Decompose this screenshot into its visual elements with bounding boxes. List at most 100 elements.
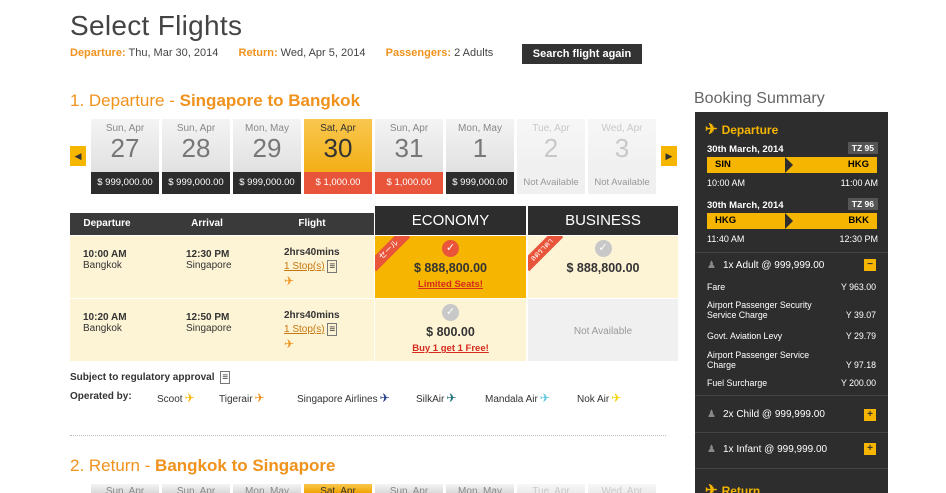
col-arrival: Arrival: [191, 218, 223, 229]
leg2-dep-time: 11:40 AM: [707, 234, 745, 244]
row2-arrival: 12:50 PM Singapore: [186, 312, 232, 334]
plane-icon: ✈: [284, 274, 295, 288]
row2-stops-link[interactable]: 1 Stop(s): [284, 324, 325, 335]
date-option[interactable]: Sun, Apr 31 $ 1,000.00: [375, 119, 443, 194]
date-option[interactable]: Sun, Apr 28 $ 999,000.00: [162, 119, 230, 194]
row2-economy-promo: Buy 1 get 1 Free!: [412, 343, 489, 354]
date-price: $ 1,000.00: [375, 172, 443, 194]
next-dates-arrow-icon[interactable]: ▶: [661, 146, 677, 166]
document-icon: ≡: [220, 371, 231, 384]
unselected-check-icon: ✓: [594, 240, 612, 257]
itinerary-icon[interactable]: ≡: [327, 260, 338, 273]
plane-icon: ✈: [705, 482, 718, 493]
return-section-prefix: 2. Return -: [70, 456, 156, 475]
row1-business-fare[interactable]: ลดราคา ✓ $ 888,800.00: [528, 236, 678, 298]
leg2-from: HKG: [715, 215, 737, 226]
date-option[interactable]: Mon, May 1 $ 999,000.00: [446, 119, 514, 194]
date-option[interactable]: Sat, Apr 30 $ 1,000.00: [304, 119, 372, 194]
summary-departure-label: Departure: [721, 123, 779, 137]
expand-child-toggle[interactable]: +: [864, 409, 876, 421]
return-section-heading: 2. Return - Bangkok to Singapore: [70, 456, 335, 476]
row2-arr-time: 12:50 PM: [186, 312, 230, 323]
row2-flight: 2hrs40mins 1 Stop(s) ≡ ✈: [284, 310, 340, 351]
date-option[interactable]: Sun, Apr 27 $ 999,000.00: [91, 119, 159, 194]
date-weekday: Sun, Apr: [105, 486, 145, 493]
date-day: 3: [614, 133, 630, 163]
date-option: Wed, Apr 3 Not Available: [588, 119, 656, 194]
person-icon: ♟: [707, 260, 716, 271]
airline-item: Mandala Air ✈: [485, 391, 550, 405]
row2-duration: 2hrs40mins: [284, 310, 340, 321]
fee-value: Y 97.18: [845, 360, 876, 370]
return-date-option[interactable]: Mon, May: [446, 484, 514, 493]
date-day: 2: [543, 133, 559, 163]
return-date-option[interactable]: Sat, Apr: [304, 484, 372, 493]
summary-departure-heading: ✈ Departure: [705, 120, 778, 138]
fee-value: Y 200.00: [840, 378, 876, 388]
date-day: 28: [181, 133, 211, 163]
leg2-arr-time: 12:30 PM: [839, 234, 878, 244]
date-weekday: Sun, Apr: [389, 486, 429, 493]
airline-logo-icon: ✈: [539, 391, 550, 405]
adult-line: ♟ 1x Adult @ 999,999.00: [707, 260, 824, 271]
summary-return-label: Return: [721, 484, 761, 493]
plane-icon: ✈: [705, 121, 718, 138]
row1-arrival: 12:30 PM Singapore: [186, 249, 232, 271]
return-date-option[interactable]: Tue, Apr: [517, 484, 585, 493]
return-label: Return:: [238, 47, 278, 59]
leg2-route-bar: HKG BKK: [707, 213, 877, 229]
row1-dep-city: Bangkok: [83, 260, 122, 271]
return-date-option[interactable]: Sun, Apr: [375, 484, 443, 493]
airline-item: Tigerair ✈: [219, 391, 265, 405]
departure-section-prefix: 1. Departure -: [70, 91, 180, 110]
row2-arr-city: Singapore: [186, 323, 232, 334]
leg2-to: BKK: [848, 215, 869, 226]
date-price: $ 999,000.00: [162, 172, 230, 194]
itinerary-icon[interactable]: ≡: [327, 323, 338, 336]
departure-section-route: Singapore to Bangkok: [179, 91, 361, 110]
date-option: Tue, Apr 2 Not Available: [517, 119, 585, 194]
prev-dates-arrow-icon[interactable]: ◀: [70, 146, 86, 166]
row1-stops-link[interactable]: 1 Stop(s): [284, 261, 325, 272]
fee-label: Fuel Surcharge: [707, 378, 768, 388]
date-day: 1: [472, 133, 488, 163]
person-icon: ♟: [707, 409, 716, 420]
person-icon: ♟: [707, 444, 716, 455]
return-date-option[interactable]: Sun, Apr: [162, 484, 230, 493]
return-date-option[interactable]: Mon, May: [233, 484, 301, 493]
date-price: $ 1,000.00: [304, 172, 372, 194]
departure-label: Departure:: [70, 47, 126, 59]
row2-economy-fare[interactable]: ✓ $ 800.00 Buy 1 get 1 Free!: [375, 299, 526, 361]
airline-name: Scoot: [157, 394, 183, 405]
booking-summary-panel: ✈ Departure 30th March, 2014 TZ 95 SIN HK…: [695, 112, 888, 493]
leg1-to: HKG: [847, 159, 869, 170]
airline-name: Mandala Air: [485, 394, 538, 405]
passengers-count: 2 Adults: [454, 47, 494, 59]
return-date-option[interactable]: Wed, Apr: [588, 484, 656, 493]
row1-economy-fare[interactable]: セール ✓ $ 888,800.00 Limited Seats!: [375, 236, 526, 298]
date-weekday: Wed, Apr: [601, 486, 643, 493]
row2-business-na: Not Available: [573, 326, 633, 337]
airline-item: SilkAir ✈: [416, 391, 456, 405]
airline-logo-icon: ✈: [254, 391, 265, 405]
leg1-from: SIN: [715, 159, 731, 170]
col-departure: Departure: [83, 218, 131, 229]
date-weekday: Tue, Apr: [532, 486, 570, 493]
return-date-option[interactable]: Sun, Apr: [91, 484, 159, 493]
departure-section-heading: 1. Departure - Singapore to Bangkok: [70, 91, 360, 111]
leg2-date: 30th March, 2014: [707, 200, 784, 211]
collapse-adult-toggle[interactable]: −: [864, 259, 876, 271]
expand-infant-toggle[interactable]: +: [864, 443, 876, 455]
date-option[interactable]: Mon, May 29 $ 999,000.00: [233, 119, 301, 194]
infant-price: 1x Infant @ 999,999.00: [723, 444, 828, 455]
row1-dep-time: 10:00 AM: [83, 249, 127, 260]
search-again-button[interactable]: Search flight again: [522, 44, 642, 64]
chevron-right-icon: [785, 213, 793, 229]
booking-summary-title: Booking Summary: [694, 90, 825, 107]
airline-name: Nok Air: [577, 394, 610, 405]
row2-economy-price: $ 800.00: [426, 325, 475, 339]
departure-date: Thu, Mar 30, 2014: [128, 47, 219, 59]
airline-item: Nok Air ✈: [577, 391, 621, 405]
row1-arr-time: 12:30 PM: [186, 249, 230, 260]
adult-price: 1x Adult @ 999,999.00: [723, 260, 825, 271]
